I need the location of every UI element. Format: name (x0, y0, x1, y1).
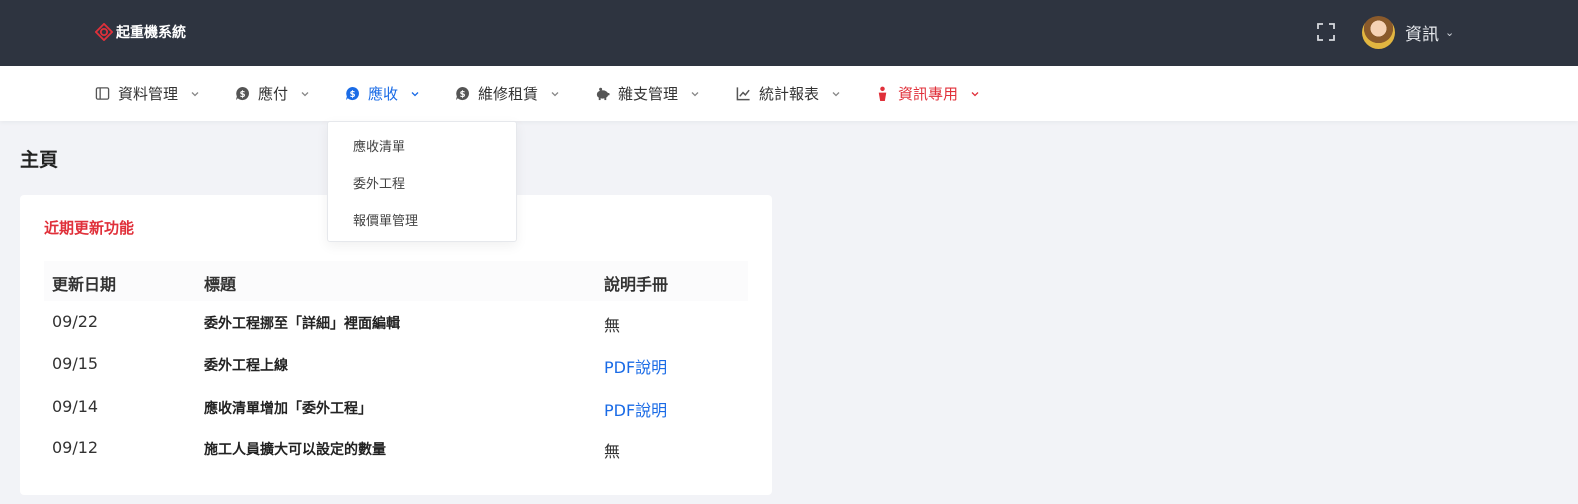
table-row: 09/22 委外工程挪至「詳細」裡面編輯 無 (44, 302, 748, 344)
menu-item-quotation-management[interactable]: 報價單管理 (353, 210, 418, 229)
chevron-down-icon (832, 91, 840, 96)
svg-text:$: $ (350, 89, 356, 99)
app-name: 起重機系統 (116, 25, 186, 41)
piggy-bank-icon (596, 87, 610, 101)
row-date: 09/15 (52, 354, 99, 373)
line-chart-icon (736, 87, 750, 101)
avatar (1362, 16, 1395, 49)
main-nav: 資料管理 $ 應付 $ 應收 $ 維修租賃 雜支管理 統計報表 資訊專用 (0, 66, 1578, 121)
chevron-down-icon (971, 91, 979, 96)
table-row: 09/12 施工人員擴大可以設定的數量 無 (44, 428, 748, 470)
column-header-manual: 說明手冊 (604, 275, 669, 294)
nav-statistics-report[interactable]: 統計報表 (736, 66, 841, 121)
chevron-down-icon: ⌄ (1445, 26, 1455, 39)
svg-text:$: $ (240, 89, 246, 99)
column-header-title: 標題 (204, 275, 237, 294)
sidebar-layout-icon (95, 87, 110, 100)
nav-receivable[interactable]: $ 應收 (345, 66, 420, 121)
nav-label: 資訊專用 (898, 85, 959, 103)
chevron-down-icon (551, 91, 559, 96)
menu-item-outsourced-project[interactable]: 委外工程 (353, 173, 405, 192)
table-header: 更新日期 標題 說明手冊 (44, 261, 748, 301)
chevron-down-icon (191, 91, 199, 96)
row-manual-pdf-link[interactable]: PDF說明 (604, 397, 667, 421)
row-title: 委外工程挪至「詳細」裡面編輯 (204, 316, 400, 332)
nav-label: 應付 (258, 85, 289, 103)
chevron-down-icon (411, 91, 419, 96)
row-date: 09/12 (52, 438, 99, 457)
row-title: 委外工程上線 (204, 358, 288, 374)
nav-repair-rental[interactable]: $ 維修租賃 (455, 66, 560, 121)
nav-label: 應收 (368, 85, 399, 103)
dollar-bubble-icon: $ (345, 86, 359, 101)
nav-it-only[interactable]: 資訊專用 (875, 66, 980, 121)
top-bar: 起重機系統 資訊 ⌄ (0, 0, 1578, 66)
nav-label: 雜支管理 (618, 85, 679, 103)
nav-label: 統計報表 (759, 85, 820, 103)
dollar-bubble-icon: $ (235, 86, 249, 101)
user-tie-icon (878, 86, 887, 101)
logo-icon (95, 23, 113, 41)
dollar-bubble-icon: $ (455, 86, 469, 101)
table-row: 09/14 應收清單增加「委外工程」 PDF說明 (44, 387, 748, 429)
column-header-date: 更新日期 (52, 275, 117, 294)
row-manual: 無 (604, 316, 621, 335)
svg-text:$: $ (460, 89, 466, 99)
row-title: 應收清單增加「委外工程」 (204, 401, 372, 417)
nav-label: 資料管理 (118, 85, 179, 103)
nav-label: 維修租賃 (478, 85, 539, 103)
fullscreen-icon[interactable] (1316, 22, 1336, 42)
chevron-down-icon (301, 91, 309, 96)
page-title: 主頁 (20, 149, 59, 171)
card-title: 近期更新功能 (44, 219, 135, 237)
receivable-dropdown-menu: 應收清單 委外工程 報價單管理 (327, 121, 517, 242)
nav-payable[interactable]: $ 應付 (235, 66, 310, 121)
user-menu[interactable]: 資訊 ⌄ (1362, 16, 1454, 49)
nav-misc-expense[interactable]: 雜支管理 (595, 66, 700, 121)
row-manual-pdf-link[interactable]: PDF說明 (604, 354, 667, 378)
row-date: 09/22 (52, 312, 99, 331)
menu-item-receivable-list[interactable]: 應收清單 (353, 136, 405, 155)
app-logo[interactable]: 起重機系統 (95, 22, 186, 42)
table-row: 09/15 委外工程上線 PDF說明 (44, 344, 748, 386)
row-manual: 無 (604, 442, 621, 461)
nav-data-management[interactable]: 資料管理 (95, 66, 200, 121)
chevron-down-icon (691, 91, 699, 96)
user-name: 資訊 (1405, 25, 1439, 45)
row-title: 施工人員擴大可以設定的數量 (204, 442, 386, 458)
row-date: 09/14 (52, 397, 99, 416)
